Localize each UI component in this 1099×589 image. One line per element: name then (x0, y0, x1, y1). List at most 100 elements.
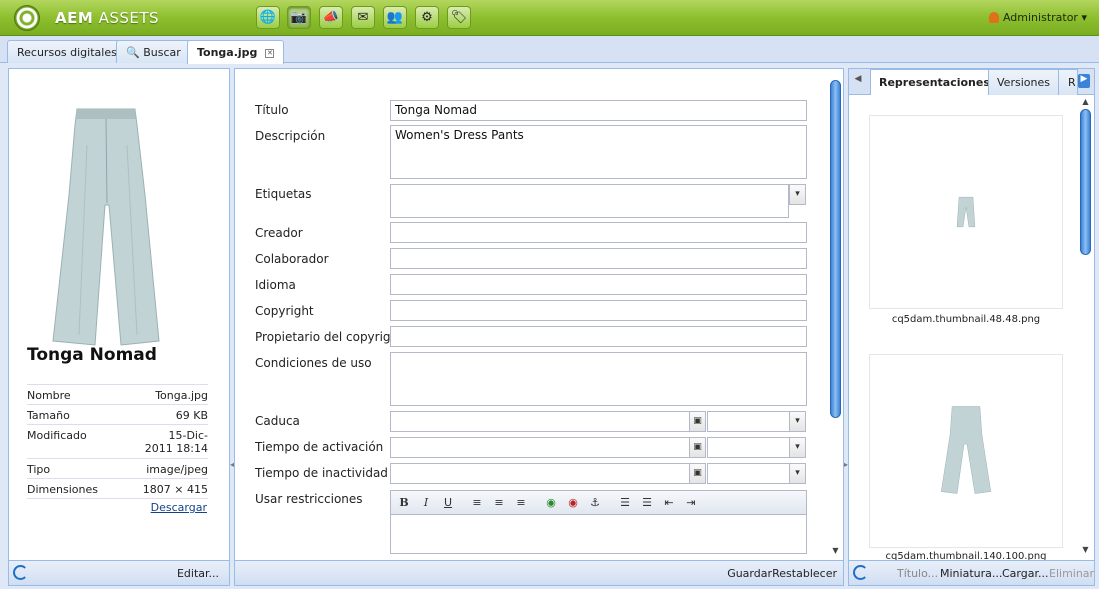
outdent-icon[interactable]: ⇤ (661, 496, 677, 509)
reset-button[interactable]: Restablecer (772, 567, 837, 580)
left-footer: Editar... (9, 560, 229, 585)
tag-icon[interactable]: 🏷 (447, 6, 471, 29)
user-menu[interactable]: Administrator ▾ (988, 11, 1087, 24)
label-inactividad: Tiempo de inactividad (255, 466, 388, 480)
refresh-icon[interactable] (853, 565, 868, 580)
edit-button[interactable]: Editar... (177, 567, 219, 580)
asset-title: Tonga Nomad (27, 345, 157, 365)
users-icon[interactable]: 👥 (383, 6, 407, 29)
tab-more[interactable]: R (1058, 69, 1078, 95)
download-link[interactable]: Descargar (151, 501, 207, 514)
meta-row: Tamaño 69 KB (27, 404, 208, 424)
tab-scroll-left-icon[interactable]: ◀ (852, 74, 864, 88)
form-footer: Guardar Restablecer (235, 560, 843, 585)
descripcion-textarea[interactable]: Women's Dress Pants (390, 125, 807, 179)
meta-row: Dimensiones 1807 × 415 (27, 478, 208, 498)
metadata-form-panel: Título Tonga Nomad Descripción Women's D… (234, 68, 844, 586)
user-icon (988, 12, 999, 23)
renditions-tabbar: ◀ Representaciones Versiones R ▶ (849, 69, 1094, 95)
anchor-icon[interactable]: ⚓ (587, 496, 603, 509)
rendition-thumbnail[interactable] (869, 115, 1063, 309)
label-condiciones: Condiciones de uso (255, 356, 372, 370)
italic-icon[interactable]: I (418, 496, 434, 509)
titulo-input[interactable]: Tonga Nomad (390, 100, 807, 121)
rendition-thumbnail[interactable] (869, 354, 1063, 548)
unlink-icon[interactable]: ◉ (565, 496, 581, 509)
close-tab-icon[interactable]: ✕ (265, 49, 275, 58)
scroll-down-icon[interactable]: ▼ (829, 546, 842, 558)
label-activacion: Tiempo de activación (255, 440, 384, 454)
title-button[interactable]: Título... (897, 567, 938, 580)
tab-tonga-jpg[interactable]: Tonga.jpg ✕ (187, 40, 285, 64)
caduca-time-input[interactable] (707, 411, 791, 432)
megaphone-icon[interactable]: 📣 (319, 6, 343, 29)
refresh-icon[interactable] (13, 565, 28, 580)
mail-icon[interactable]: ✉ (351, 6, 375, 29)
scroll-up-icon[interactable]: ▲ (1079, 97, 1092, 109)
upload-button[interactable]: Cargar... (1002, 567, 1048, 580)
calendar-icon[interactable]: ▣ (689, 411, 706, 432)
rendition-caption: cq5dam.thumbnail.48.48.png (891, 314, 1041, 325)
chevron-down-icon[interactable]: ▾ (789, 437, 806, 458)
top-bar: AEM ASSETS 🌐 📷 📣 ✉ 👥 ⚙ 🏷 Administrator ▾ (0, 0, 1099, 36)
chevron-down-icon[interactable]: ▾ (789, 463, 806, 484)
tab-recursos-digitales[interactable]: Recursos digitales (7, 40, 127, 63)
tab-bar: Recursos digitales 🔍 Buscar Tonga.jpg ✕ (0, 36, 1099, 64)
align-right-icon[interactable]: ≡ (513, 496, 529, 509)
asset-thumbnail (52, 108, 160, 346)
indent-icon[interactable]: ⇥ (683, 496, 699, 509)
scrollbar-thumb[interactable] (830, 80, 841, 418)
inactividad-time-input[interactable] (707, 463, 791, 484)
restricciones-editor[interactable]: B I U ≡ ≡ ≡ ◉ ◉ ⚓ ☰ ☰ ⇤ ⇥ (390, 490, 807, 554)
tab-representaciones[interactable]: Representaciones (870, 69, 999, 95)
activacion-date-input[interactable] (390, 437, 690, 458)
copyright-input[interactable] (390, 300, 807, 321)
thumbnail-button[interactable]: Miniatura... (940, 567, 1002, 580)
asset-info-panel: Tonga Nomad Nombre Tonga.jpg Tamaño 69 KB … (8, 68, 230, 586)
renditions-footer: Título... Miniatura... Cargar... Elimina… (849, 560, 1094, 585)
globe-icon[interactable]: 🌐 (256, 6, 280, 29)
tab-buscar[interactable]: 🔍 Buscar (116, 40, 191, 63)
aem-logo-icon[interactable] (14, 5, 40, 31)
creador-input[interactable] (390, 222, 807, 243)
rendition-thumbnail-image (956, 196, 976, 228)
activacion-time-input[interactable] (707, 437, 791, 458)
caduca-date-input[interactable] (390, 411, 690, 432)
save-button[interactable]: Guardar (727, 567, 772, 580)
label-descripcion: Descripción (255, 129, 326, 143)
tab-versiones[interactable]: Versiones (988, 69, 1059, 95)
calendar-icon[interactable]: ▣ (689, 463, 706, 484)
calendar-icon[interactable]: ▣ (689, 437, 706, 458)
scrollbar-thumb[interactable] (1080, 109, 1091, 255)
align-center-icon[interactable]: ≡ (491, 496, 507, 509)
meta-row: Tipo image/jpeg (27, 458, 208, 478)
label-copyright: Copyright (255, 304, 314, 318)
bullet-list-icon[interactable]: ☰ (617, 496, 633, 509)
label-caduca: Caduca (255, 414, 300, 428)
colaborador-input[interactable] (390, 248, 807, 269)
numbered-list-icon[interactable]: ☰ (639, 496, 655, 509)
bold-icon[interactable]: B (396, 496, 412, 509)
label-idioma: Idioma (255, 278, 296, 292)
app-brand: AEM ASSETS (55, 9, 160, 27)
search-icon: 🔍 (126, 46, 140, 59)
form-scrollbar[interactable]: ▼ (829, 72, 842, 558)
tab-scroll-right-icon[interactable]: ▶ (1078, 74, 1090, 88)
delete-button[interactable]: Eliminar (1049, 567, 1094, 580)
scroll-down-icon[interactable]: ▼ (1079, 545, 1092, 557)
renditions-scrollbar[interactable]: ▲ ▼ (1079, 97, 1092, 559)
label-colaborador: Colaborador (255, 252, 329, 266)
idioma-input[interactable] (390, 274, 807, 295)
condiciones-textarea[interactable] (390, 352, 807, 406)
chevron-down-icon[interactable]: ▾ (789, 411, 806, 432)
underline-icon[interactable]: U (440, 496, 456, 509)
label-creador: Creador (255, 226, 303, 240)
camera-icon[interactable]: 📷 (287, 6, 311, 29)
link-icon[interactable]: ◉ (543, 496, 559, 509)
inactividad-date-input[interactable] (390, 463, 690, 484)
etiquetas-dropdown-icon[interactable]: ▾ (789, 184, 806, 205)
etiquetas-input[interactable] (390, 184, 789, 218)
align-left-icon[interactable]: ≡ (469, 496, 485, 509)
propietario-input[interactable] (390, 326, 807, 347)
gear-icon[interactable]: ⚙ (415, 6, 439, 29)
